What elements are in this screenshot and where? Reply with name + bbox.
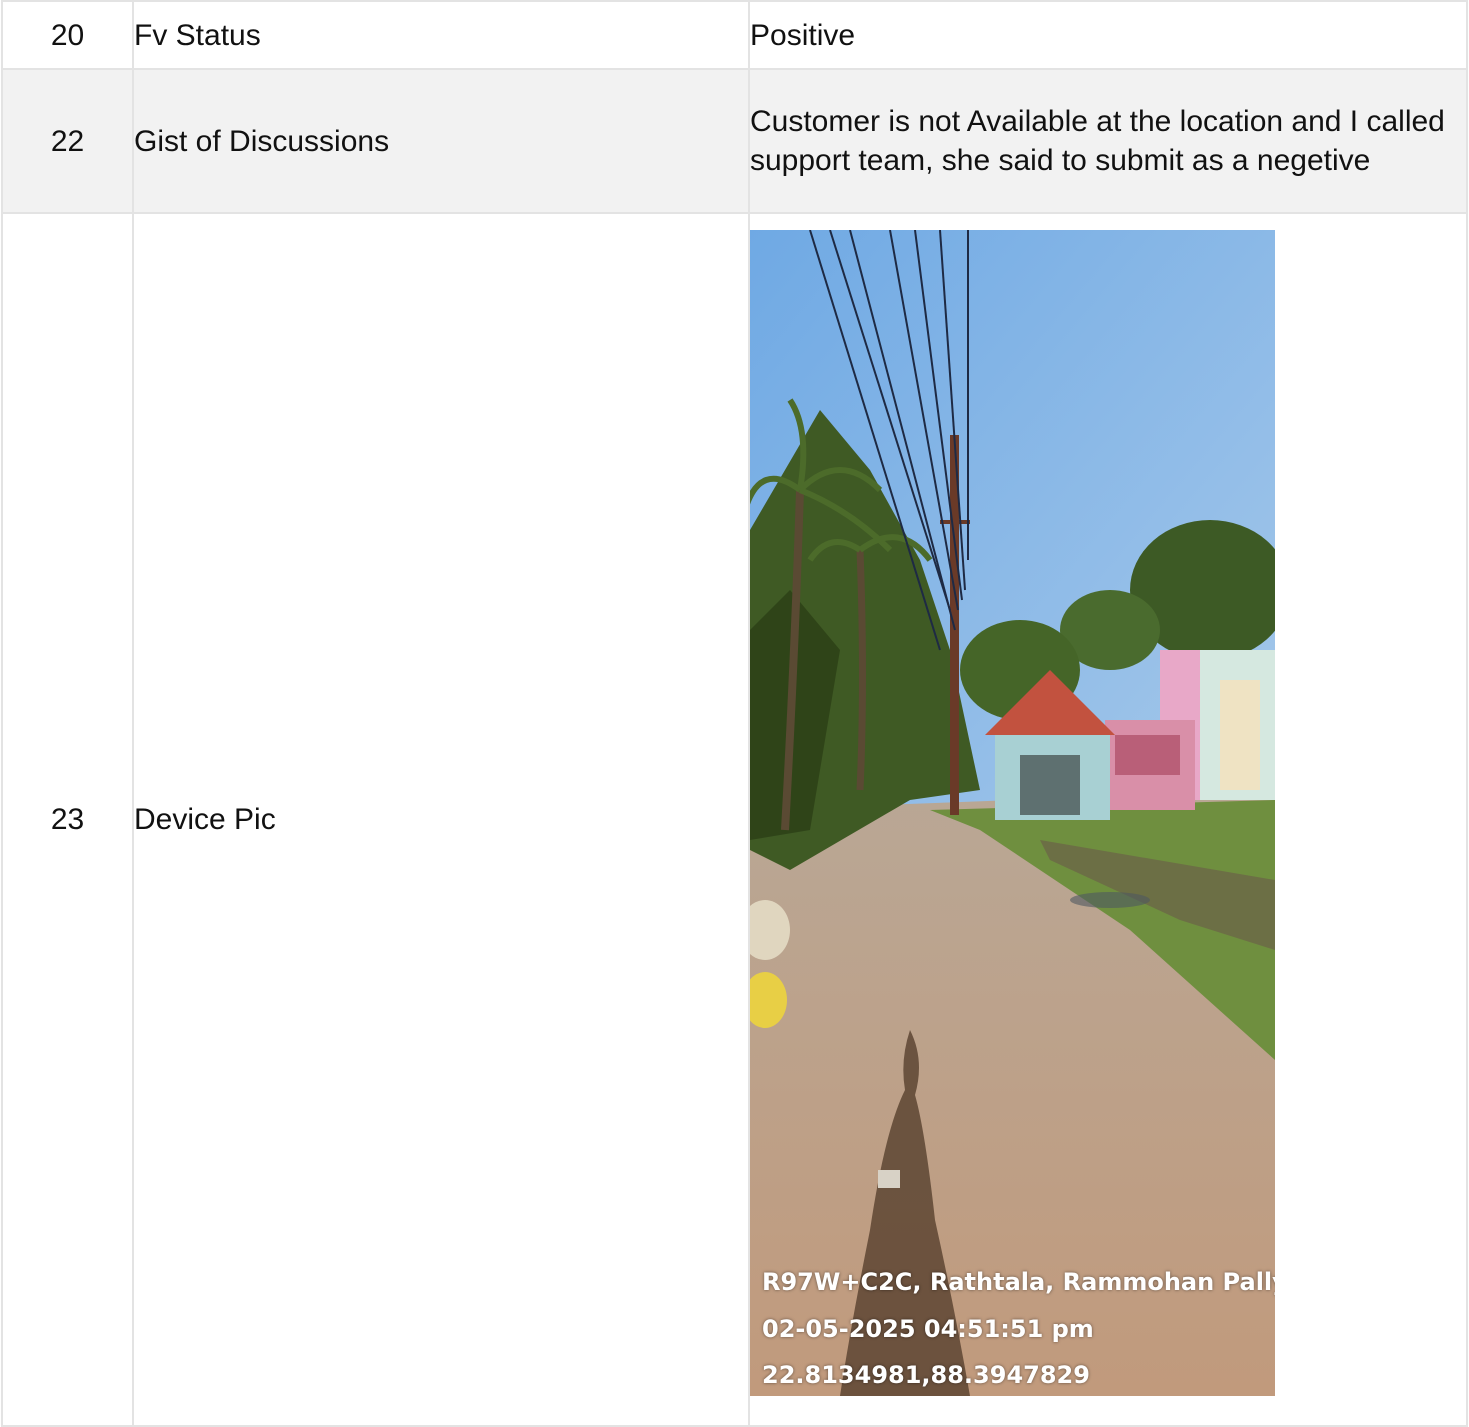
field-verification-table: 20 Fv Status Positive 22 Gist of Discuss…: [1, 0, 1468, 1427]
row-label: Fv Status: [132, 0, 750, 70]
row-label: Device Pic: [132, 212, 750, 1427]
row-number: 23: [1, 212, 134, 1427]
device-photo: R97W+C2C, Rathtala, Rammohan Pally, K 02…: [750, 230, 1275, 1396]
photo-datetime-stamp: 02-05-2025 04:51:51 pm: [762, 1315, 1094, 1343]
table-row: 22 Gist of Discussions Customer is not A…: [1, 68, 1468, 214]
table-row: 23 Device Pic R97W+C2C, Rathtala, Rammoh…: [1, 212, 1468, 1427]
row-label: Gist of Discussions: [132, 68, 750, 214]
row-number: 20: [1, 0, 134, 70]
street-scene-image: [750, 230, 1275, 1396]
row-number: 22: [1, 68, 134, 214]
gist-value: Customer is not Available at the locatio…: [748, 68, 1468, 214]
fv-status-value: Positive: [748, 0, 1468, 70]
photo-coords-stamp: 22.8134981,88.3947829: [762, 1361, 1090, 1389]
photo-address-stamp: R97W+C2C, Rathtala, Rammohan Pally, K: [762, 1268, 1275, 1296]
device-pic-cell: R97W+C2C, Rathtala, Rammohan Pally, K 02…: [748, 212, 1468, 1427]
table-row: 20 Fv Status Positive: [1, 0, 1468, 70]
